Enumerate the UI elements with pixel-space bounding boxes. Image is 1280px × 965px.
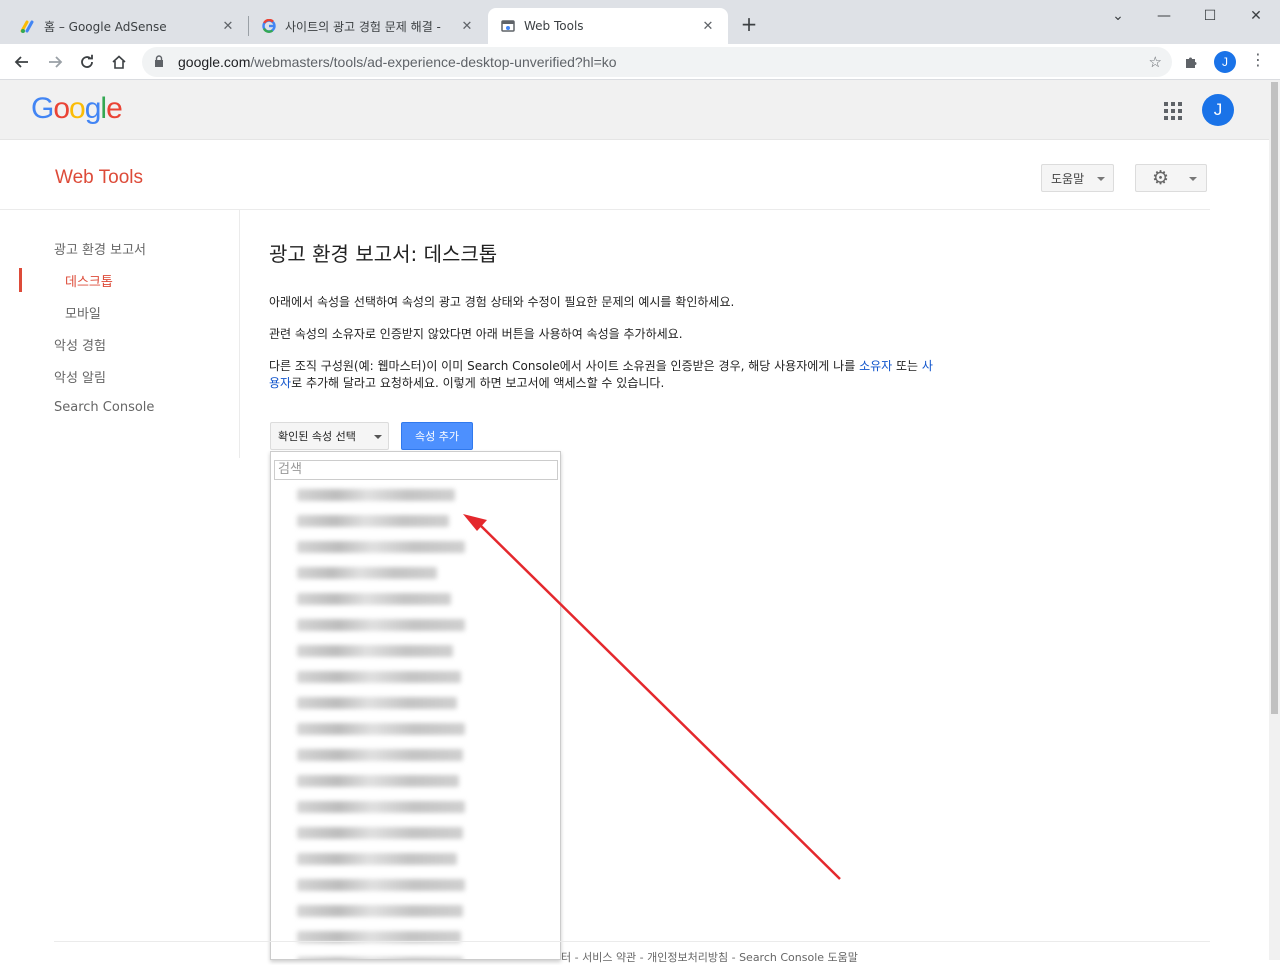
owner-text-cont: 로 추가해 달라고 요청하세요. 이렇게 하면 보고서에 액세스할 수 있습니다… (291, 376, 665, 390)
redacted-property-item[interactable] (297, 489, 455, 501)
select-label: 확인된 속성 선택 (278, 430, 356, 443)
tab-ad-experience-help[interactable]: 사이트의 광고 경험 문제 해결 - ✕ (249, 8, 487, 44)
reload-icon[interactable] (73, 48, 101, 76)
or-text: 또는 (892, 359, 922, 373)
gear-icon: ⚙ (1152, 167, 1170, 189)
sidebar-item-desktop[interactable]: 데스크톱 (65, 271, 113, 290)
redacted-property-item[interactable] (297, 567, 437, 579)
google-logo[interactable]: Google (31, 92, 123, 126)
redacted-property-item[interactable] (297, 697, 457, 709)
chevron-down-icon[interactable]: ⌄ (1095, 0, 1141, 32)
profile-avatar[interactable]: J (1214, 51, 1236, 73)
close-icon[interactable]: ✕ (459, 18, 475, 34)
tab-title: Web Tools (524, 19, 584, 33)
tab-title: 사이트의 광고 경험 문제 해결 - (285, 19, 441, 34)
annotation-arrow (463, 514, 841, 880)
sidebar-item-mobile[interactable]: 모바일 (65, 303, 101, 322)
user-link[interactable]: 사 (922, 359, 933, 373)
caret-down-icon (1189, 177, 1197, 181)
redacted-property-item[interactable] (297, 775, 459, 787)
forward-arrow-icon[interactable] (41, 48, 69, 76)
bookmark-star-icon[interactable]: ☆ (1149, 53, 1162, 71)
redacted-property-item[interactable] (297, 619, 465, 631)
google-header: Google J (0, 80, 1270, 140)
webtools-icon (500, 18, 516, 34)
verified-property-select[interactable]: 확인된 속성 선택 (270, 422, 389, 450)
home-icon[interactable] (105, 48, 133, 76)
redacted-property-item[interactable] (297, 541, 465, 553)
account-avatar[interactable]: J (1202, 94, 1234, 126)
maximize-icon[interactable]: ☐ (1187, 0, 1233, 32)
active-indicator (19, 268, 22, 292)
caret-down-icon (1097, 177, 1105, 181)
logo-letter: o (69, 92, 86, 125)
settings-button[interactable]: ⚙ (1135, 164, 1207, 192)
address-bar[interactable]: google.com/webmasters/tools/ad-experienc… (142, 47, 1172, 77)
apps-grid-icon[interactable] (1164, 102, 1182, 120)
sidebar-item-abusive-experience[interactable]: 악성 경험 (54, 335, 106, 354)
help-label: 도움말 (1051, 171, 1085, 186)
close-icon[interactable]: ✕ (220, 18, 236, 34)
tab-web-tools[interactable]: Web Tools ✕ (488, 8, 728, 44)
redacted-property-item[interactable] (297, 801, 465, 813)
logo-letter: g (84, 92, 102, 125)
owner-text: 다른 조직 구성원(예: 웹마스터)이 이미 Search Console에서 … (269, 359, 860, 373)
redacted-property-item[interactable] (297, 749, 463, 761)
extensions-puzzle-icon[interactable] (1183, 54, 1199, 74)
redacted-property-item[interactable] (297, 879, 465, 891)
new-tab-button[interactable]: + (737, 12, 761, 36)
browser-toolbar: google.com/webmasters/tools/ad-experienc… (0, 44, 1280, 80)
url-text: google.com/webmasters/tools/ad-experienc… (178, 54, 617, 70)
verify-paragraph: 관련 속성의 소유자로 인증받지 않았다면 아래 버튼을 사용하여 속성을 추가… (269, 327, 683, 341)
google-g-icon (261, 18, 277, 34)
back-arrow-icon[interactable] (8, 48, 36, 76)
tab-bar: 홈 – Google AdSense ✕ 사이트의 광고 경험 문제 해결 - … (0, 0, 1280, 44)
scrollbar-thumb[interactable] (1271, 82, 1278, 714)
url-host: google.com (178, 54, 251, 70)
redacted-property-item[interactable] (297, 593, 451, 605)
window-close-icon[interactable]: ✕ (1233, 0, 1279, 32)
page-scrollbar[interactable] (1269, 80, 1280, 960)
help-button[interactable]: 도움말 (1041, 164, 1114, 192)
adsense-icon (20, 18, 36, 34)
caret-down-icon (374, 435, 382, 439)
sidebar-item-ad-experience-report[interactable]: 광고 환경 보고서 (54, 239, 146, 258)
close-icon[interactable]: ✕ (700, 18, 716, 34)
logo-letter: e (106, 92, 123, 125)
property-dropdown: 검색 (270, 451, 561, 960)
dropdown-search-input[interactable]: 검색 (274, 460, 558, 480)
url-path: /webmasters/tools/ad-experience-desktop-… (250, 54, 617, 70)
footer-links[interactable]: 터 - 서비스 약관 - 개인정보처리방침 - Search Console 도… (561, 949, 858, 965)
logo-letter: G (31, 92, 54, 125)
web-tools-title[interactable]: Web Tools (55, 167, 143, 189)
owner-paragraph: 다른 조직 구성원(예: 웹마스터)이 이미 Search Console에서 … (269, 358, 933, 392)
redacted-property-item[interactable] (297, 827, 463, 839)
page-title: 광고 환경 보고서: 데스크톱 (269, 242, 498, 266)
footer-divider (54, 941, 1210, 942)
logo-letter: o (53, 92, 70, 125)
owner-link[interactable]: 소유자 (859, 359, 892, 373)
more-vertical-icon[interactable]: ⋮ (1250, 50, 1266, 69)
tab-adsense[interactable]: 홈 – Google AdSense ✕ (8, 8, 248, 44)
redacted-property-item[interactable] (297, 723, 465, 735)
redacted-property-item[interactable] (297, 671, 461, 683)
redacted-property-item[interactable] (297, 645, 453, 657)
intro-paragraph: 아래에서 속성을 선택하여 속성의 광고 경험 상태와 수정이 필요한 문제의 … (269, 295, 735, 309)
sidebar-item-abusive-notifications[interactable]: 악성 알림 (54, 367, 106, 386)
tab-title: 홈 – Google AdSense (44, 19, 167, 34)
redacted-property-item[interactable] (297, 853, 457, 865)
minimize-icon[interactable]: — (1141, 0, 1187, 32)
redacted-property-item[interactable] (297, 905, 463, 917)
sidebar-item-search-console[interactable]: Search Console (54, 400, 154, 415)
redacted-property-item[interactable] (297, 515, 449, 527)
add-property-button[interactable]: 속성 추가 (401, 422, 473, 450)
lock-icon (154, 54, 170, 70)
user-link-cont[interactable]: 용자 (269, 376, 291, 390)
